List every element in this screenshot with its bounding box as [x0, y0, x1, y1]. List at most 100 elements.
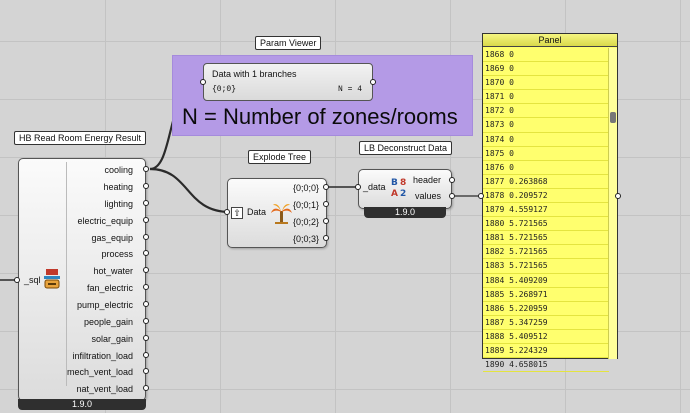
port-pump-electric[interactable] — [143, 301, 149, 307]
wire-cooling-to-explode-tree — [149, 167, 231, 214]
tree-output-2[interactable]: {0;0;2} — [293, 214, 319, 231]
svg-text:B: B — [391, 178, 398, 188]
deconstruct-values-output[interactable]: values — [415, 188, 441, 205]
panel-row: 1889 5.224329 — [483, 344, 609, 359]
panel-row: 1873 0 — [483, 118, 609, 133]
port-solar-gain[interactable] — [143, 335, 149, 341]
output-gas-equip[interactable]: gas_equip — [91, 230, 133, 247]
panel-row: 1882 5.721565 — [483, 245, 609, 260]
deconstruct-version: 1.9.0 — [364, 207, 446, 218]
panel-row: 1875 0 — [483, 147, 609, 161]
tree-output-1[interactable]: {0;0;1} — [293, 197, 319, 214]
port-fan-electric[interactable] — [143, 284, 149, 290]
panel-row: 1888 5.409512 — [483, 330, 609, 344]
hb-node-version: 1.9.0 — [18, 399, 146, 410]
output-process[interactable]: process — [101, 246, 133, 263]
svg-text:2: 2 — [400, 189, 406, 198]
explode-tree-input-port[interactable] — [224, 209, 230, 215]
port-mech-vent-load[interactable] — [143, 368, 149, 374]
output-hot-water[interactable]: hot_water — [93, 263, 133, 280]
param-viewer-output-port[interactable] — [370, 79, 376, 85]
tree-port-1[interactable] — [323, 201, 329, 207]
values-port[interactable] — [449, 193, 455, 199]
panel-row: 1877 0.263868 — [483, 175, 609, 189]
panel-scrollbar[interactable] — [608, 48, 617, 359]
param-viewer-branches: Data with 1 branches — [212, 69, 297, 79]
output-heating[interactable]: heating — [103, 179, 133, 196]
output-nat-vent-load[interactable]: nat_vent_load — [76, 381, 133, 398]
explode-tree-node[interactable]: ⇧ Data {0;0;0} {0;0;1} {0;0;2} {0;0;3} — [227, 178, 327, 248]
port-electric-equip[interactable] — [143, 217, 149, 223]
panel-row: 1885 5.268971 — [483, 288, 609, 302]
tree-port-0[interactable] — [323, 184, 329, 190]
panel-row: 1872 0 — [483, 104, 609, 119]
panel-scroll-thumb[interactable] — [610, 112, 616, 123]
port-heating[interactable] — [143, 183, 149, 189]
explode-tree-tag: Explode Tree — [248, 150, 312, 164]
output-solar-gain[interactable]: solar_gain — [91, 331, 133, 348]
panel-row: 1874 0 — [483, 133, 609, 147]
panel-row: 1868 0 — [483, 48, 609, 63]
port-nat-vent-load[interactable] — [143, 385, 149, 391]
port-infiltration-load[interactable] — [143, 352, 149, 358]
panel-row: 1869 0 — [483, 62, 609, 77]
tree-output-0[interactable]: {0;0;0} — [293, 180, 319, 197]
port-people-gain[interactable] — [143, 318, 149, 324]
port-hot-water[interactable] — [143, 267, 149, 273]
port-cooling[interactable] — [143, 166, 149, 172]
tree-port-2[interactable] — [323, 218, 329, 224]
tree-port-3[interactable] — [323, 235, 329, 241]
sql-input-port[interactable] — [14, 277, 20, 283]
param-viewer-node[interactable]: Data with 1 branches {0;0} N = 4 — [203, 63, 373, 101]
panel-title: Panel — [483, 34, 617, 47]
param-viewer-count: N = 4 — [337, 85, 362, 94]
panel-row: 1886 5.220959 — [483, 302, 609, 316]
sql-input-label: _sql — [24, 275, 41, 285]
panel-row: 1876 0 — [483, 161, 609, 175]
port-process[interactable] — [143, 250, 149, 256]
palm-tree-icon — [270, 202, 292, 224]
panel-row: 1890 4.658015 — [483, 358, 609, 373]
graft-icon: ⇧ — [231, 207, 243, 219]
port-gas-equip[interactable] — [143, 234, 149, 240]
explode-tree-input-label: Data — [247, 207, 267, 217]
output-people-gain[interactable]: people_gain — [84, 314, 133, 331]
header-port[interactable] — [449, 177, 455, 183]
output-infiltration-load[interactable]: infiltration_load — [72, 348, 133, 365]
param-viewer-tag: Param Viewer — [255, 36, 322, 50]
param-viewer-path: {0;0} — [212, 85, 237, 94]
panel-row: 1883 5.721565 — [483, 259, 609, 274]
panel-input-port[interactable] — [478, 193, 484, 199]
panel-row: 1887 5.347259 — [483, 316, 609, 330]
deconstruct-input-label: _data — [363, 182, 386, 192]
deconstruct-header-output[interactable]: header — [413, 172, 441, 189]
node-divider — [66, 162, 67, 386]
svg-text:A: A — [391, 189, 398, 198]
hb-read-room-energy-node[interactable]: _sql cooling heating lighting electric_e… — [18, 158, 146, 401]
panel-row: 1878 0.209572 — [483, 189, 609, 204]
output-fan-electric[interactable]: fan_electric — [87, 280, 133, 297]
panel-row: 1871 0 — [483, 90, 609, 105]
output-pump-electric[interactable]: pump_electric — [77, 297, 133, 314]
panel-output-port[interactable] — [615, 193, 621, 199]
tree-output-3[interactable]: {0;0;3} — [293, 231, 319, 248]
panel-row: 1879 4.559127 — [483, 203, 609, 218]
deconstruct-tag: LB Deconstruct Data — [359, 141, 453, 155]
param-viewer-input-port[interactable] — [200, 79, 206, 85]
svg-text:8: 8 — [400, 178, 406, 188]
honeybee-sql-icon — [42, 268, 62, 292]
panel-row: 1880 5.721565 — [483, 217, 609, 232]
output-electric-equip[interactable]: electric_equip — [77, 213, 133, 230]
group-caption: N = Number of zones/rooms — [182, 104, 458, 129]
port-lighting[interactable] — [143, 200, 149, 206]
panel-row: 1884 5.409209 — [483, 274, 609, 288]
output-mech-vent-load[interactable]: mech_vent_load — [67, 364, 133, 381]
output-cooling[interactable]: cooling — [104, 162, 133, 179]
deconstruct-input-port[interactable] — [355, 184, 361, 190]
panel-node[interactable]: Panel 1868 0 1869 0 1870 0 1871 0 1872 0… — [482, 33, 618, 373]
lb-deconstruct-data-node[interactable]: _data B 8 A 2 header values — [358, 169, 452, 209]
hb-node-tag: HB Read Room Energy Result — [14, 131, 147, 145]
panel-row: 1870 0 — [483, 76, 609, 91]
output-lighting[interactable]: lighting — [104, 196, 133, 213]
panel-row: 1881 5.721565 — [483, 231, 609, 246]
